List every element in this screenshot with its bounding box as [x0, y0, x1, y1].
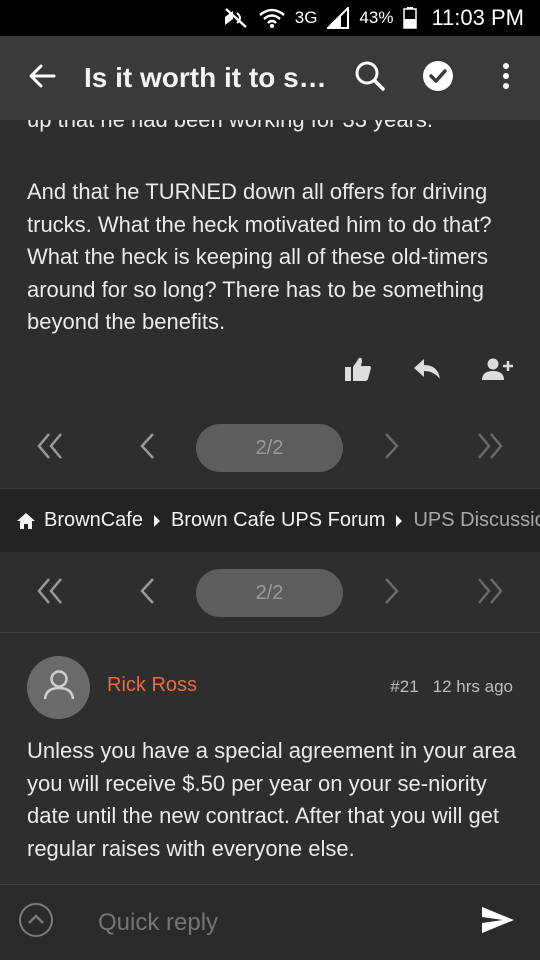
double-chevron-right-icon: [477, 432, 503, 465]
page-indicator[interactable]: 2/2: [196, 569, 343, 617]
mark-read-button[interactable]: [404, 36, 472, 120]
caret-right-icon: [153, 514, 161, 527]
app-bar: Is it worth it to s…: [0, 36, 540, 120]
signal-icon: [327, 7, 350, 29]
thumbs-up-icon: [344, 357, 372, 386]
last-page-button[interactable]: [468, 416, 512, 480]
add-user-icon: [482, 358, 514, 385]
status-bar: 3G 43% 11:03 PM: [0, 0, 540, 36]
post-partial-line: up that he had been working for 33 years…: [27, 120, 433, 136]
chevron-left-icon: [139, 432, 155, 465]
clock: 11:03 PM: [431, 5, 524, 30]
like-button[interactable]: [344, 356, 372, 387]
battery-icon: [403, 7, 418, 29]
user-icon: [43, 670, 75, 705]
reply-icon: [412, 359, 442, 385]
mute-icon: [223, 7, 249, 29]
avatar[interactable]: [27, 656, 90, 719]
first-page-button[interactable]: [28, 416, 72, 480]
battery-percent: 43%: [359, 8, 394, 27]
next-page-button[interactable]: [373, 416, 411, 480]
chevron-up-circle-icon: [18, 902, 54, 943]
post-body: And that he TURNED down all offers for d…: [27, 179, 492, 334]
breadcrumb: BrownCafe Brown Cafe UPS Forum UPS Discu…: [0, 488, 540, 552]
pagination-bottom: 2/2: [0, 561, 540, 625]
post-time: 12 hrs ago: [432, 677, 513, 696]
app-bar-actions: [336, 36, 540, 120]
reply-button[interactable]: [412, 357, 442, 386]
post-number[interactable]: #21: [390, 677, 418, 697]
double-chevron-left-icon: [37, 577, 63, 610]
chevron-left-icon: [139, 577, 155, 610]
network-label: 3G: [294, 8, 318, 27]
more-options-button[interactable]: [472, 36, 540, 120]
page-indicator[interactable]: 2/2: [196, 424, 343, 472]
chevron-right-icon: [384, 577, 400, 610]
pagination-top: 2/2: [0, 416, 540, 480]
search-icon: [354, 60, 386, 97]
caret-right-icon: [395, 514, 403, 527]
quick-reply-bar: [0, 884, 540, 960]
reply-body: Unless you have a special agreement in y…: [27, 738, 517, 861]
prev-page-button[interactable]: [128, 416, 166, 480]
follow-user-button[interactable]: [482, 357, 514, 386]
expand-button[interactable]: [0, 885, 72, 960]
author-name[interactable]: Rick Ross: [107, 674, 197, 697]
breadcrumb-item-discussions[interactable]: UPS Discussions: [413, 509, 540, 532]
search-button[interactable]: [336, 36, 404, 120]
divider: [0, 632, 540, 633]
wifi-icon: [258, 7, 285, 29]
page-title: Is it worth it to s…: [84, 62, 327, 93]
breadcrumb-item-forum[interactable]: Brown Cafe UPS Forum: [171, 509, 386, 532]
prev-page-button[interactable]: [128, 561, 166, 625]
home-icon: [16, 512, 36, 530]
back-button[interactable]: [0, 36, 84, 120]
last-page-button[interactable]: [468, 561, 512, 625]
check-circle-icon: [422, 60, 454, 97]
first-page-button[interactable]: [28, 561, 72, 625]
double-chevron-right-icon: [477, 577, 503, 610]
quick-reply-input[interactable]: [98, 908, 438, 937]
more-vertical-icon: [502, 62, 510, 95]
chevron-right-icon: [384, 432, 400, 465]
post-actions: [344, 356, 514, 387]
breadcrumb-item-browncafe[interactable]: BrownCafe: [44, 509, 143, 532]
double-chevron-left-icon: [37, 432, 63, 465]
post-meta: #21 12 hrs ago: [390, 677, 513, 697]
arrow-left-icon: [28, 62, 56, 95]
send-icon: [481, 906, 515, 939]
next-page-button[interactable]: [373, 561, 411, 625]
send-button[interactable]: [456, 885, 540, 960]
